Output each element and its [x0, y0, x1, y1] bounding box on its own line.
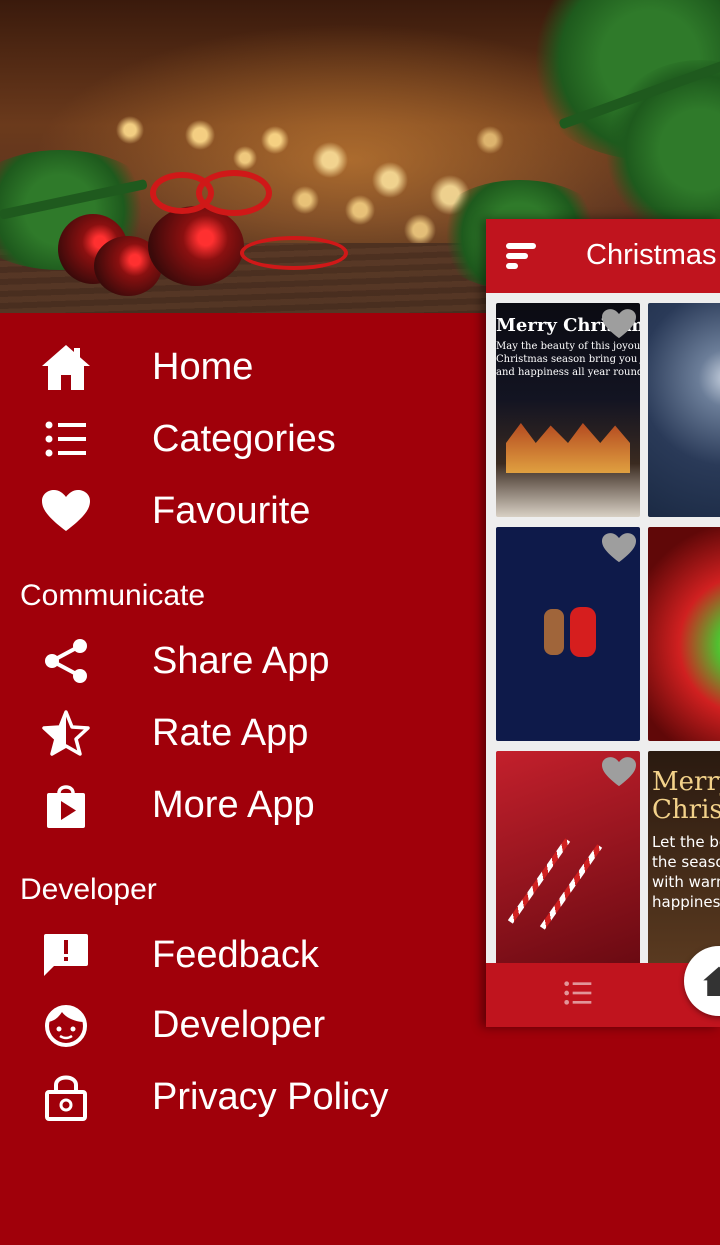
drawer-item-feedback[interactable]: Feedback — [0, 923, 486, 987]
app-toolbar: Christmas — [486, 219, 720, 293]
drawer-item-privacy-policy[interactable]: Privacy Policy — [0, 1065, 486, 1129]
wallpaper-tile[interactable]: Merry Christm Let the be the seaso with … — [648, 751, 720, 965]
drawer-item-categories[interactable]: Categories — [0, 407, 486, 471]
santa-claus — [570, 607, 596, 657]
star-icon — [40, 707, 92, 759]
home-icon — [702, 964, 720, 998]
favourite-heart-icon[interactable] — [602, 533, 636, 563]
tile-heading: Christm — [652, 795, 720, 825]
wallpaper-tile[interactable] — [496, 527, 640, 741]
drawer-item-developer[interactable]: Developer — [0, 993, 486, 1057]
candy-cane — [507, 838, 571, 924]
drawer-item-label: Rate App — [152, 711, 309, 754]
drawer-item-label: Feedback — [152, 933, 319, 976]
list-icon — [40, 413, 92, 465]
ornament-ball — [148, 206, 244, 286]
drawer-item-share-app[interactable]: Share App — [0, 629, 486, 693]
drawer-item-rate-app[interactable]: Rate App — [0, 701, 486, 765]
ribbon-tail — [240, 236, 348, 270]
tile-heading: Merry — [652, 767, 720, 797]
favourite-heart-icon[interactable] — [602, 309, 636, 339]
drawer-item-label: Categories — [152, 417, 336, 460]
menu-icon[interactable] — [506, 241, 538, 271]
section-title-communicate: Communicate — [20, 579, 206, 612]
list-icon[interactable] — [564, 981, 592, 1009]
tile-line: May the beauty of this joyous — [496, 341, 640, 352]
tile-line: happiness — [652, 893, 720, 911]
tile-line: Christmas season bring you joy — [496, 354, 640, 365]
drawer-item-label: Favourite — [152, 489, 311, 532]
home-icon — [40, 341, 92, 393]
developer-face-icon — [40, 999, 92, 1051]
share-icon — [40, 635, 92, 687]
tile-line: with warm — [652, 873, 720, 891]
tile-line: the seaso — [652, 853, 720, 871]
tile-line: Let the be — [652, 833, 720, 851]
village-houses — [506, 423, 630, 473]
wallpaper-tile[interactable] — [496, 751, 640, 965]
feedback-icon — [40, 929, 92, 981]
candy-cane — [539, 844, 603, 930]
drawer-item-label: More App — [152, 783, 315, 826]
toolbar-title: Christmas — [586, 239, 717, 271]
tile-line: and happiness all year round. — [496, 367, 640, 378]
main-content-panel: Christmas Merry Christmas May the beauty… — [486, 219, 720, 1027]
wallpaper-tile[interactable] — [648, 303, 720, 517]
drawer-item-label: Share App — [152, 639, 330, 682]
favourite-heart-icon[interactable] — [602, 757, 636, 787]
wallpaper-tile[interactable] — [648, 527, 720, 741]
play-store-icon — [40, 779, 92, 831]
lock-icon — [40, 1071, 92, 1123]
drawer-item-home[interactable]: Home — [0, 335, 486, 399]
wallpaper-tile[interactable]: Merry Christmas May the beauty of this j… — [496, 303, 640, 517]
drawer-item-more-app[interactable]: More App — [0, 773, 486, 837]
drawer-item-label: Developer — [152, 1003, 326, 1046]
drawer-item-favourite[interactable]: Favourite — [0, 479, 486, 543]
ribbon-bow — [196, 170, 272, 216]
drawer-item-label: Privacy Policy — [152, 1075, 389, 1118]
section-title-developer: Developer — [20, 873, 157, 906]
wallpaper-grid: Merry Christmas May the beauty of this j… — [486, 293, 720, 965]
drawer-item-label: Home — [152, 345, 254, 388]
reindeer — [544, 609, 564, 655]
heart-icon — [40, 485, 92, 537]
